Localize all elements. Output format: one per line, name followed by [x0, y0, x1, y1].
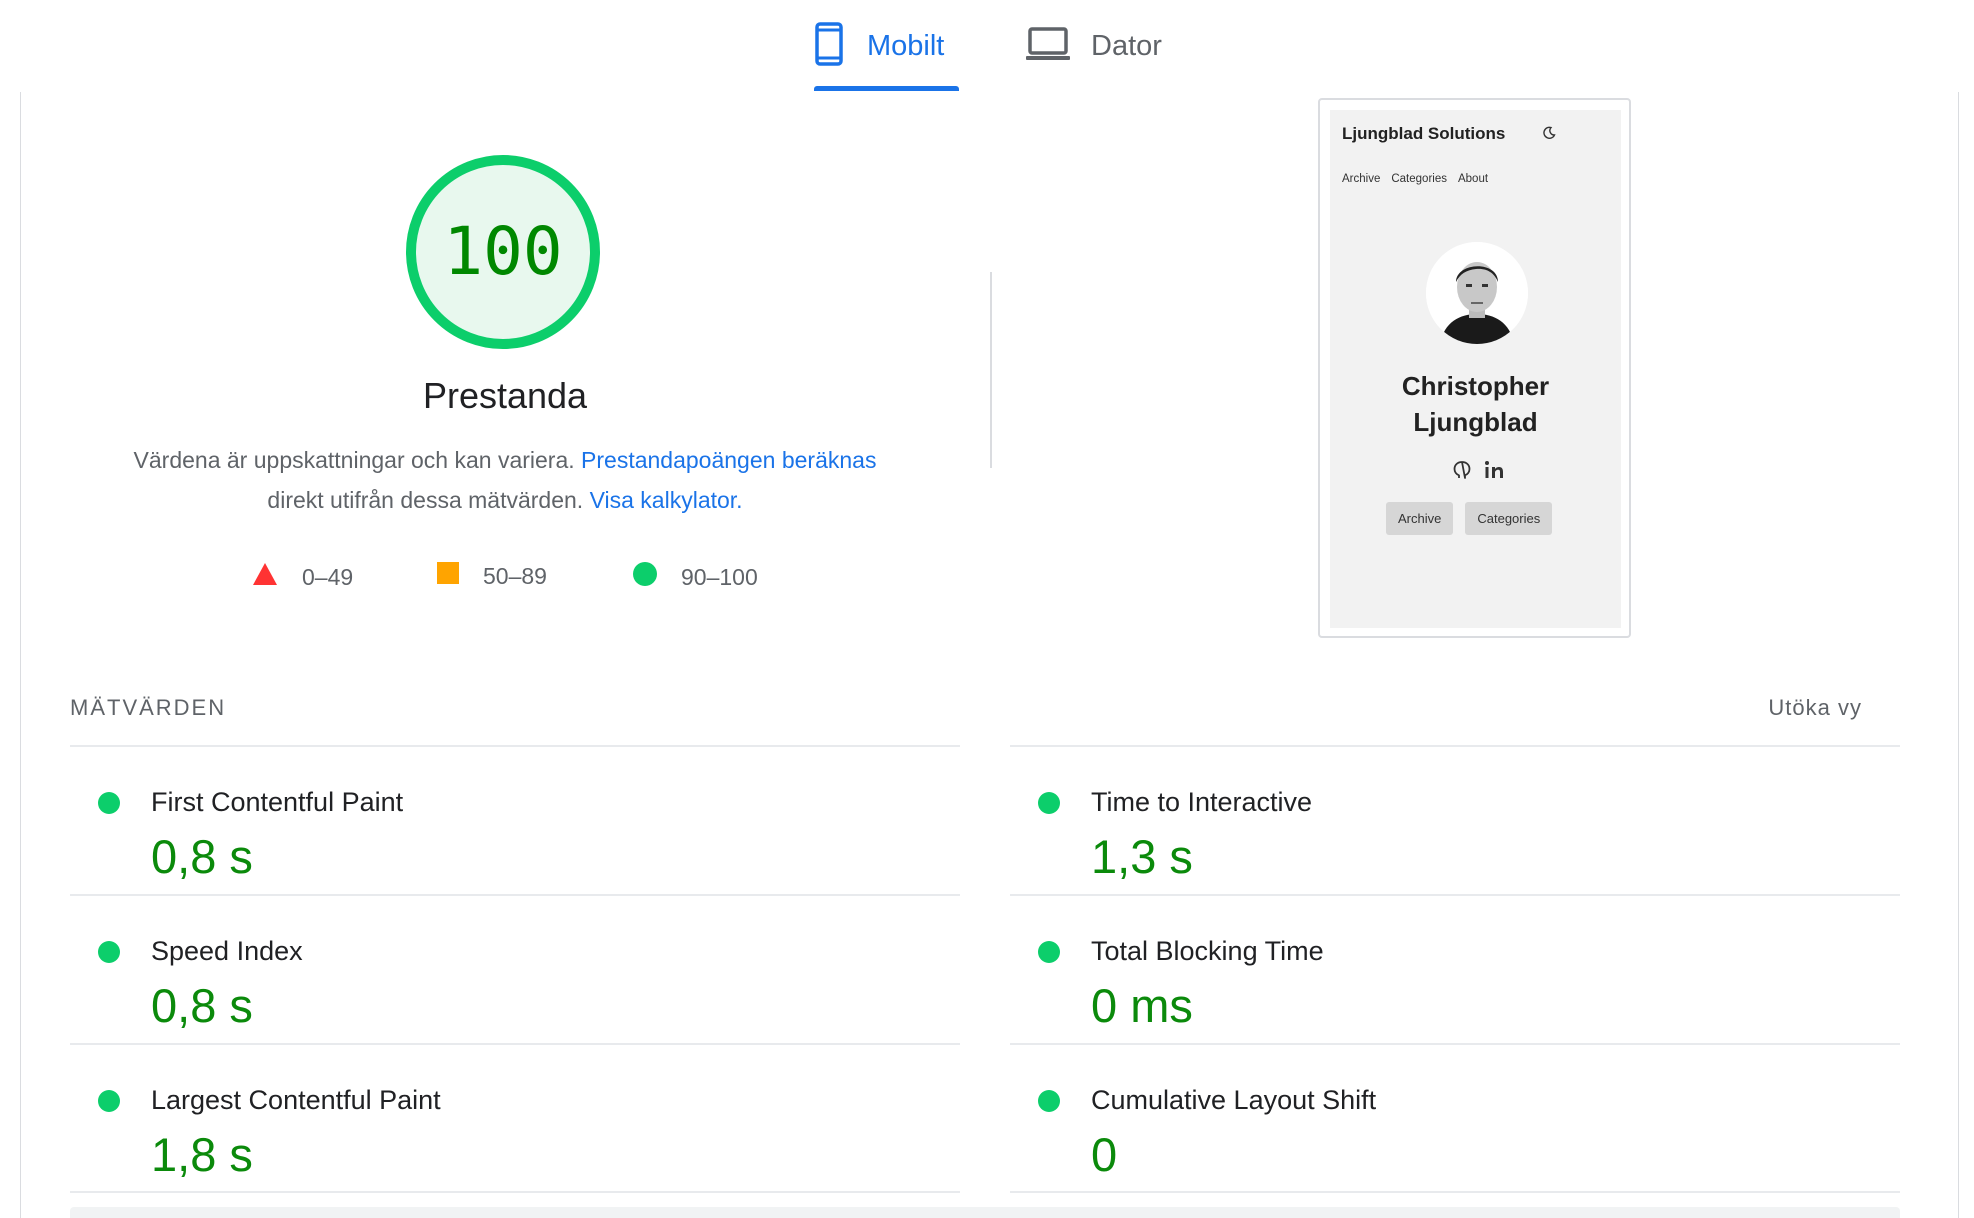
phone-icon — [815, 21, 843, 71]
site-nav-archive: Archive — [1342, 173, 1381, 185]
metric-value: 0 — [1091, 1128, 1118, 1181]
tab-mobile-label: Mobilt — [867, 29, 945, 62]
legend-label-fail: 0–49 — [302, 563, 354, 590]
score-value: 100 — [443, 213, 562, 290]
site-buttons: Archive Categories — [1386, 502, 1564, 535]
active-tab-indicator — [814, 86, 959, 91]
triangle-icon — [252, 562, 278, 592]
metric-value: 0,8 s — [151, 979, 253, 1032]
metric-value: 1,3 s — [1091, 830, 1193, 883]
github-icon — [1452, 460, 1472, 485]
metric-name: Largest Contentful Paint — [151, 1085, 441, 1115]
site-archive-button: Archive — [1386, 502, 1454, 535]
description-text-2: direkt utifrån dessa mätvärden. — [267, 487, 584, 513]
score-label: Prestanda — [422, 375, 588, 416]
metrics-divider — [1010, 1043, 1900, 1045]
metrics-divider — [70, 1191, 960, 1193]
metrics-divider — [1010, 745, 1900, 747]
section-divider — [990, 272, 992, 468]
metrics-divider — [70, 745, 960, 747]
metrics-divider — [70, 894, 960, 896]
site-categories-button: Categories — [1465, 502, 1553, 535]
pass-indicator-icon — [98, 792, 120, 814]
linkedin-icon — [1484, 460, 1508, 485]
metric-name: Time to Interactive — [1091, 787, 1313, 817]
pass-indicator-icon — [1038, 792, 1060, 814]
square-icon — [437, 562, 459, 590]
site-nav-about: About — [1457, 173, 1489, 185]
moon-icon — [1542, 126, 1556, 145]
calculator-link[interactable]: Visa kalkylator. — [590, 487, 743, 513]
device-tabs: Mobilt Dator — [0, 0, 1974, 92]
metrics-divider — [1010, 1191, 1900, 1193]
site-nav-categories: Categories — [1391, 173, 1447, 185]
card-border-left — [20, 92, 21, 1218]
tab-desktop-label: Dator — [1091, 29, 1162, 62]
metric-name: Total Blocking Time — [1091, 936, 1324, 966]
site-title: Ljungblad Solutions — [1342, 124, 1506, 143]
metric-largest-contentful-paint: Largest Contentful Paint 1,8 s — [70, 1060, 960, 1206]
metrics-divider — [70, 1043, 960, 1045]
score-calculation-link[interactable]: Prestandapoängen beräknas — [581, 447, 876, 473]
metric-value: 1,8 s — [151, 1128, 253, 1181]
metric-first-contentful-paint: First Contentful Paint 0,8 s — [70, 762, 960, 908]
metrics-divider — [1010, 894, 1900, 896]
metric-cumulative-layout-shift: Cumulative Layout Shift 0 — [1010, 1060, 1900, 1206]
screenshot-page: Ljungblad Solutions Archive Categories Abo… — [1330, 110, 1621, 628]
legend-item-pass: 90–100 — [633, 562, 758, 592]
pass-indicator-icon — [1038, 941, 1060, 963]
metric-name: Speed Index — [151, 936, 303, 966]
metric-total-blocking-time: Total Blocking Time 0 ms — [1010, 911, 1900, 1057]
description-text-1: Värdena är uppskattningar och kan varier… — [133, 447, 575, 473]
metrics-header: MÄTVÄRDEN — [70, 695, 227, 720]
metric-value: 0 ms — [1091, 979, 1193, 1032]
expand-view-toggle[interactable]: Utöka vy — [1768, 695, 1862, 721]
metric-name: First Contentful Paint — [151, 787, 404, 817]
laptop-icon — [1025, 26, 1071, 67]
circle-icon — [633, 562, 657, 592]
final-screenshot[interactable]: Ljungblad Solutions Archive Categories Abo… — [1318, 98, 1631, 638]
legend-label-pass: 90–100 — [681, 563, 758, 590]
person-name-first: Christopher — [1401, 371, 1550, 401]
tab-desktop[interactable]: Dator — [1025, 20, 1162, 72]
metric-name: Cumulative Layout Shift — [1091, 1085, 1377, 1115]
pass-indicator-icon — [98, 1090, 120, 1112]
legend-label-average: 50–89 — [483, 562, 547, 589]
pass-indicator-icon — [1038, 1090, 1060, 1112]
avatar — [1426, 242, 1528, 344]
person-name-last: Ljungblad — [1413, 407, 1538, 437]
tab-mobile[interactable]: Mobilt — [815, 20, 944, 72]
score-gauge: 100 — [406, 155, 600, 349]
metric-speed-index: Speed Index 0,8 s — [70, 911, 960, 1057]
legend-item-fail: 0–49 — [252, 562, 353, 592]
next-section-strip — [70, 1207, 1900, 1218]
person-name: Christopher Ljungblad — [1330, 368, 1621, 440]
metric-value: 0,8 s — [151, 830, 253, 883]
score-description: Värdena är uppskattningar och kan varier… — [90, 440, 920, 520]
social-links — [1452, 460, 1508, 485]
metric-time-to-interactive: Time to Interactive 1,3 s — [1010, 762, 1900, 908]
legend-item-average: 50–89 — [437, 562, 547, 590]
pass-indicator-icon — [98, 941, 120, 963]
site-nav: Archive Categories About — [1342, 173, 1499, 185]
card-border-right — [1958, 92, 1959, 1218]
